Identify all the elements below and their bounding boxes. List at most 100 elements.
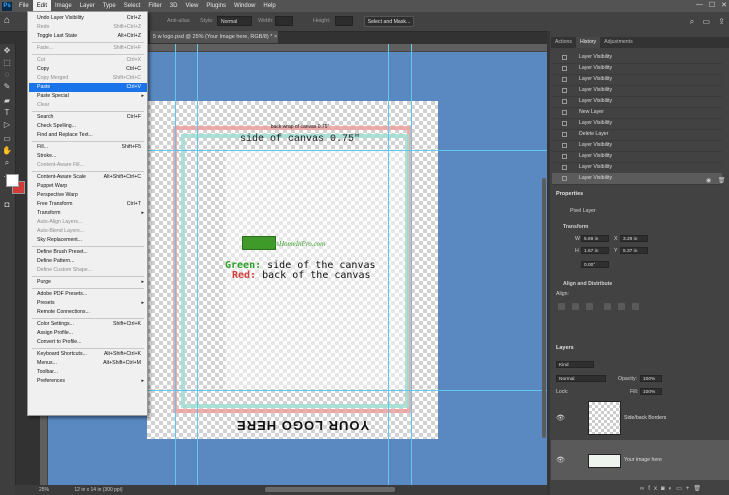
document-size[interactable]: 12 in x 14 in (300 ppi): [74, 487, 122, 493]
menu-item-label: Auto-Blend Layers...: [37, 228, 85, 234]
maximize-button[interactable]: ☐: [709, 1, 715, 9]
align-middle-icon[interactable]: [618, 303, 625, 310]
menu-item-perspective-warp[interactable]: Perspective Warp: [29, 191, 147, 200]
width-input[interactable]: [275, 16, 293, 26]
menu-item-sky-replacement[interactable]: Sky Replacement...: [29, 236, 147, 245]
menu-item-undo-layer-visibility[interactable]: Undo Layer Visibility Ctrl+Z: [29, 14, 147, 23]
home-icon[interactable]: ⌂: [4, 15, 16, 27]
blend-mode-select[interactable]: Normal: [556, 375, 606, 382]
guide-line[interactable]: [388, 44, 389, 485]
menu-window[interactable]: Window: [230, 0, 259, 12]
x-field[interactable]: 3.29 in: [620, 235, 648, 242]
y-field[interactable]: 5.37 in: [620, 247, 648, 254]
menu-item-stroke[interactable]: Stroke...: [29, 152, 147, 161]
align-center-icon[interactable]: [572, 303, 579, 310]
menu-item-toolbar[interactable]: Toolbar...: [29, 368, 147, 377]
zoom-level[interactable]: 25%: [39, 487, 49, 493]
align-top-icon[interactable]: [604, 303, 611, 310]
guide-line[interactable]: [175, 44, 176, 485]
menu-item-content-aware-scale[interactable]: Content-Aware Scale Alt+Shift+Ctrl+C: [29, 173, 147, 182]
tab-actions[interactable]: Actions: [551, 37, 576, 48]
menu-plugins[interactable]: Plugins: [202, 0, 230, 12]
menu-item-toggle-last-state[interactable]: Toggle Last State Alt+Ctrl+Z: [29, 32, 147, 41]
quick-mask-icon[interactable]: ◘: [2, 200, 12, 210]
menu-item-free-transform[interactable]: Free Transform Ctrl+T: [29, 200, 147, 209]
layer-your-image-here[interactable]: 👁 Your image here: [551, 440, 729, 480]
snapshot-icon[interactable]: ◉: [706, 178, 711, 184]
height-input[interactable]: [335, 16, 353, 26]
fill-field[interactable]: 100%: [640, 388, 662, 395]
search-icon[interactable]: ⌕: [690, 17, 694, 26]
guide-line[interactable]: [411, 44, 412, 485]
angle-field[interactable]: 0.00°: [581, 261, 609, 268]
menu-item-copy[interactable]: Copy Ctrl+C: [29, 65, 147, 74]
document-tab[interactable]: 5 w logo.psd @ 25% (Your Image here, RGB…: [150, 31, 278, 43]
eyedropper-tool-icon[interactable]: ✎: [2, 82, 12, 92]
width-field[interactable]: 5.69 in: [581, 235, 609, 242]
menu-item-purge[interactable]: Purge ▸: [29, 278, 147, 287]
legend-red: Red: back of the canvas: [232, 270, 370, 281]
history-actions: ◉ 🗑: [706, 177, 726, 184]
eraser-tool-icon[interactable]: ▰: [2, 96, 12, 106]
tab-adjustments[interactable]: Adjustments: [600, 37, 637, 48]
menu-item-define-brush-preset[interactable]: Define Brush Preset...: [29, 248, 147, 257]
menu-item-presets[interactable]: Presets ▸: [29, 299, 147, 308]
zoom-tool-icon[interactable]: ⌕: [2, 158, 12, 168]
height-field[interactable]: 1.67 in: [581, 247, 609, 254]
style-select[interactable]: Normal: [217, 16, 252, 26]
move-tool-icon[interactable]: ✥: [2, 46, 12, 56]
workspace-icon[interactable]: ▭: [703, 17, 711, 26]
delete-layer-icon[interactable]: 🗑: [693, 486, 705, 492]
layer-side-back-borders[interactable]: 👁 Side/back Borders: [551, 398, 729, 438]
align-right-icon[interactable]: [586, 303, 593, 310]
fx-icon[interactable]: fx: [648, 486, 661, 492]
group-icon[interactable]: ▭: [676, 486, 686, 492]
visibility-eye-icon[interactable]: 👁: [556, 414, 565, 422]
type-tool-icon[interactable]: T: [2, 108, 12, 118]
mask-icon[interactable]: ◙: [661, 486, 669, 492]
align-bottom-icon[interactable]: [632, 303, 639, 310]
menu-item-adobe-pdf-presets[interactable]: Adobe PDF Presets...: [29, 290, 147, 299]
align-left-icon[interactable]: [558, 303, 565, 310]
menu-item-assign-profile[interactable]: Assign Profile...: [29, 329, 147, 338]
menu-item-paste[interactable]: Paste Ctrl+V: [29, 83, 147, 92]
menu-item-preferences[interactable]: Preferences ▸: [29, 377, 147, 386]
menu-3d[interactable]: 3D: [166, 0, 182, 12]
menu-help[interactable]: Help: [259, 0, 279, 12]
guide-line[interactable]: [197, 44, 198, 485]
share-icon[interactable]: ⇪: [718, 17, 725, 26]
menu-item-paste-special[interactable]: Paste Special ▸: [29, 92, 147, 101]
menu-item-fill[interactable]: Fill... Shift+F5: [29, 143, 147, 152]
opacity-field[interactable]: 100%: [640, 375, 662, 382]
close-button[interactable]: ✕: [721, 1, 727, 9]
menu-item-menus[interactable]: Menus... Alt+Shift+Ctrl+M: [29, 359, 147, 368]
menu-item-find-and-replace-text[interactable]: Find and Replace Text...: [29, 131, 147, 140]
history-item[interactable]: Layer Visibility: [552, 173, 722, 185]
hand-tool-icon[interactable]: ✋: [2, 146, 12, 156]
trash-icon[interactable]: 🗑: [718, 178, 726, 184]
menu-item-puppet-warp[interactable]: Puppet Warp: [29, 182, 147, 191]
shape-tool-icon[interactable]: ▭: [2, 134, 12, 144]
minimize-button[interactable]: —: [696, 1, 703, 9]
menu-item-check-spelling[interactable]: Check Spelling...: [29, 122, 147, 131]
foreground-color-swatch[interactable]: [6, 174, 19, 187]
width-label: Width:: [258, 18, 274, 24]
horizontal-scrollbar[interactable]: [265, 487, 395, 492]
antialias-label[interactable]: Anti-alias: [167, 18, 190, 24]
kind-filter[interactable]: Kind: [556, 361, 594, 368]
menu-item-color-settings[interactable]: Color Settings... Shift+Ctrl+K: [29, 320, 147, 329]
menu-item-keyboard-shortcuts[interactable]: Keyboard Shortcuts... Alt+Shift+Ctrl+K: [29, 350, 147, 359]
path-tool-icon[interactable]: ▷: [2, 120, 12, 130]
menu-item-transform[interactable]: Transform ▸: [29, 209, 147, 218]
menu-item-search[interactable]: Search Ctrl+F: [29, 113, 147, 122]
visibility-eye-icon[interactable]: 👁: [556, 456, 565, 464]
select-and-mask-button[interactable]: Select and Mask...: [364, 16, 414, 27]
menu-item-remote-connections[interactable]: Remote Connections...: [29, 308, 147, 317]
vertical-scrollbar[interactable]: [542, 178, 546, 438]
tab-history[interactable]: History: [576, 37, 601, 48]
menu-item-define-pattern[interactable]: Define Pattern...: [29, 257, 147, 266]
lasso-tool-icon[interactable]: ◌: [2, 70, 12, 80]
marquee-tool-icon[interactable]: ⬚: [2, 58, 12, 68]
menu-item-convert-to-profile[interactable]: Convert to Profile...: [29, 338, 147, 347]
menu-view[interactable]: View: [181, 0, 202, 12]
